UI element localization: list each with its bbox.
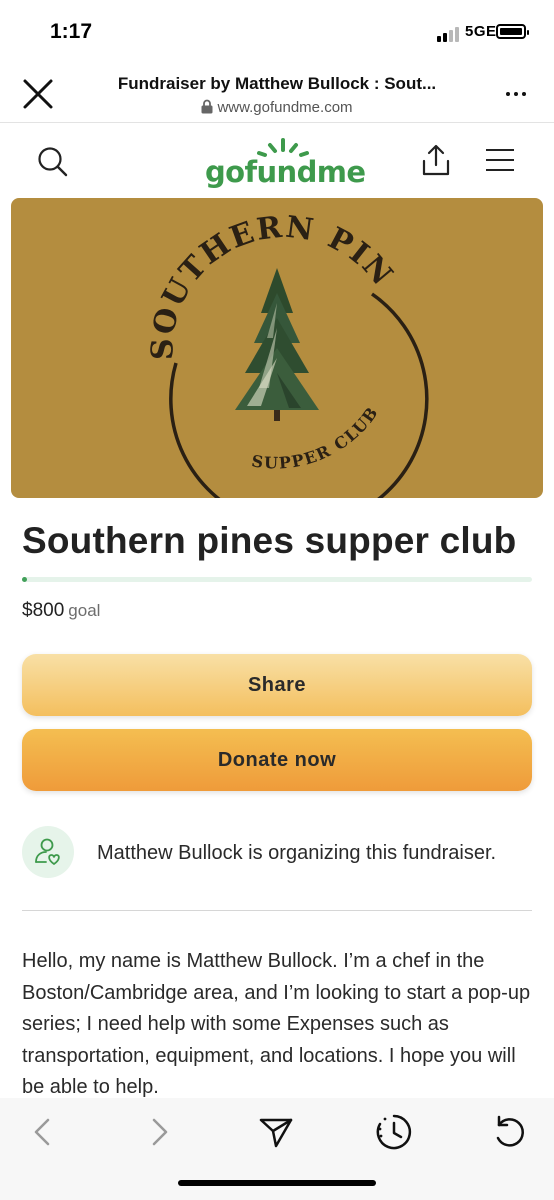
goal-value: $800 [22,600,65,621]
page-title: Fundraiser by Matthew Bullock : Sout... [117,74,437,93]
more-options-button[interactable] [500,78,534,108]
search-button[interactable] [36,145,70,179]
logo-top-text: SOUTHERN PINES [11,198,400,360]
send-button[interactable] [256,1112,296,1152]
menu-icon [486,149,514,151]
logo-bottom-text: SUPPER CLUB [250,403,382,473]
close-button[interactable] [20,76,56,112]
share-button[interactable]: Share [22,654,532,716]
donate-now-button[interactable]: Donate now [22,729,532,791]
funding-progress-bar [22,577,532,582]
forward-icon [152,1118,168,1146]
section-divider [22,910,532,911]
organizer-text: Matthew Bullock is organizing this fundr… [97,842,497,864]
share-icon [422,144,450,176]
browser-toolbar [0,1098,554,1200]
browser-header: Fundraiser by Matthew Bullock : Sout... … [0,64,554,123]
status-bar: 1:17 5GE [0,0,554,64]
logo-text: gofundme [205,155,366,189]
search-icon [38,147,68,177]
organizer-avatar [22,826,74,878]
back-button[interactable] [22,1112,62,1152]
lock-icon [201,99,213,114]
more-icon [506,92,510,96]
url-text: www.gofundme.com [217,99,353,116]
back-icon [34,1118,50,1146]
battery-icon [496,24,529,39]
forward-button[interactable] [140,1112,180,1152]
signal-icon [437,26,461,42]
goal-amount: $800 goal [22,600,100,622]
url-display[interactable]: www.gofundme.com [90,99,464,116]
campaign-story: Hello, my name is Matthew Bullock. I’m a… [22,950,531,1098]
send-icon [259,1118,293,1148]
user-heart-icon [35,838,60,865]
reload-icon [496,1115,524,1147]
network-type: 5GE [465,23,497,40]
menu-button[interactable] [486,149,516,173]
campaign-hero-image: SOUTHERN PINES SUPPER CLUB [11,198,543,498]
gofundme-logo[interactable]: gofundme [205,137,366,189]
home-indicator [178,1180,376,1186]
funding-progress-fill [22,577,28,582]
organizer-row[interactable]: Matthew Bullock is organizing this fundr… [22,824,542,880]
site-navigation: gofundme [0,123,554,195]
pine-tree-icon [235,268,319,421]
close-icon [23,79,53,109]
history-icon [376,1114,412,1150]
history-button[interactable] [374,1112,414,1152]
campaign-title: Southern pines supper club [22,520,517,561]
share-page-button[interactable] [418,143,454,179]
goal-label: goal [68,601,101,620]
status-time: 1:17 [50,20,93,43]
reload-button[interactable] [490,1112,530,1152]
